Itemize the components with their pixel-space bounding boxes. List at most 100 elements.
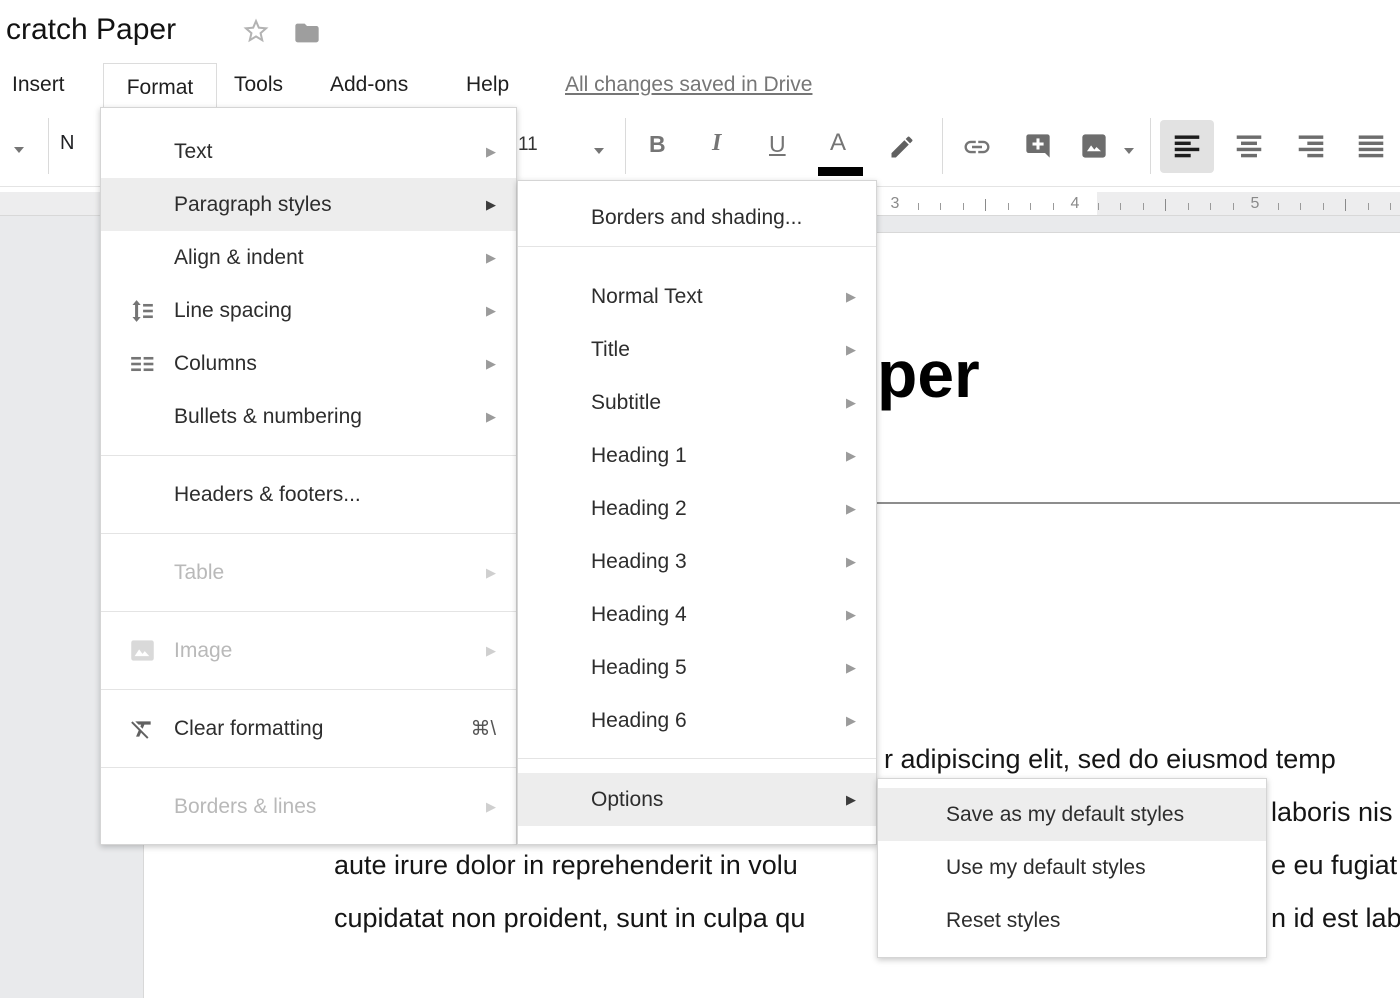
submenu-arrow-icon: ▶ [486, 303, 496, 319]
menu-tools[interactable]: Tools [234, 62, 283, 107]
submenu-arrow-icon: ▶ [486, 144, 496, 160]
menu-item-label: Heading 3 [591, 550, 687, 574]
text-color-swatch [818, 167, 863, 176]
menu-item-label: Align & indent [174, 246, 304, 270]
menu-item-label: Title [591, 338, 630, 362]
menu-item-label: Reset styles [946, 909, 1060, 933]
ruler-tick [1120, 203, 1121, 210]
ruler-tick [1323, 203, 1324, 210]
clear-format-icon [121, 716, 163, 742]
document-title[interactable]: cratch Paper [6, 13, 176, 47]
submenu-arrow-icon: ▶ [846, 607, 856, 623]
menu-item-bullets-numbering[interactable]: Bullets & numbering▶ [101, 390, 516, 443]
menu-insert[interactable]: Insert [12, 62, 65, 107]
chevron-down-icon[interactable] [14, 147, 24, 153]
columns-icon [121, 351, 163, 377]
submenu-arrow-icon: ▶ [486, 643, 496, 659]
submenu-arrow-icon: ▶ [486, 197, 496, 213]
menu-separator [101, 767, 516, 768]
menu-item-reset-styles[interactable]: Reset styles [878, 894, 1266, 947]
font-size-value[interactable]: 11 [518, 134, 538, 156]
ruler-tick [1368, 203, 1369, 210]
folder-icon[interactable] [293, 19, 321, 52]
submenu-arrow-icon: ▶ [846, 448, 856, 464]
menubar: Insert Tools Add-ons Help All changes sa… [0, 62, 1400, 107]
format-menu: Text▶Paragraph styles▶Align & indent▶Lin… [100, 107, 517, 845]
menu-item-label: Heading 4 [591, 603, 687, 627]
text-color-button[interactable]: A [830, 129, 846, 157]
ruler-tick [1390, 203, 1391, 210]
bold-button[interactable]: B [649, 131, 666, 158]
image-disabled-icon [121, 637, 163, 664]
menu-item-borders-and-shading[interactable]: Borders and shading... [518, 191, 876, 244]
ruler-tick [1210, 203, 1211, 210]
submenu-arrow-icon: ▶ [486, 565, 496, 581]
submenu-arrow-icon: ▶ [486, 409, 496, 425]
submenu-arrow-icon: ▶ [846, 395, 856, 411]
ruler-tick [940, 203, 941, 210]
menu-item-heading-5[interactable]: Heading 5▶ [518, 641, 876, 694]
menu-item-heading-3[interactable]: Heading 3 ▶ [518, 535, 876, 588]
menu-item-table[interactable]: Table▶ [101, 546, 516, 599]
menu-item-heading-1[interactable]: Heading 1 ▶ [518, 429, 876, 482]
menu-item-columns[interactable]: Columns▶ [101, 337, 516, 390]
document-text-fragment: aute irure dolor in reprehenderit in vol… [334, 850, 798, 881]
menu-item-label: Headers & footers... [174, 483, 361, 507]
menu-item-title[interactable]: Title ▶ [518, 323, 876, 376]
menu-item-label: Normal Text [591, 285, 703, 309]
italic-button[interactable]: I [712, 130, 721, 157]
toolbar-divider [625, 118, 626, 174]
ruler-tick [1300, 203, 1301, 210]
menu-separator [518, 758, 876, 759]
paragraph-style-selector[interactable]: N [60, 132, 74, 155]
menu-help[interactable]: Help [466, 62, 509, 107]
all-changes-saved-link[interactable]: All changes saved in Drive [565, 62, 812, 107]
menu-item-label: Text [174, 140, 213, 164]
ruler-tick [1098, 203, 1099, 210]
menu-item-label: Borders and shading... [591, 206, 802, 230]
ruler-tick [1143, 203, 1144, 210]
menu-item-borders-lines[interactable]: Borders & lines▶ [101, 780, 516, 833]
menu-item-headers-footers[interactable]: Headers & footers... [101, 468, 516, 521]
menu-item-normal-text[interactable]: Normal Text ▶ [518, 270, 876, 323]
menu-separator [518, 246, 876, 247]
menu-item-text[interactable]: Text ▶ [101, 125, 516, 178]
menu-item-options[interactable]: Options▶ [518, 773, 876, 826]
toolbar-divider [942, 118, 943, 174]
ruler-tick [1278, 203, 1279, 210]
underline-button[interactable]: U [769, 131, 786, 158]
ruler-inch-label: 4 [1071, 195, 1080, 213]
menu-addons[interactable]: Add-ons [330, 62, 408, 107]
menu-item-save-as-my-default-styles[interactable]: Save as my default styles [878, 788, 1266, 841]
menu-item-heading-4[interactable]: Heading 4 ▶ [518, 588, 876, 641]
menu-item-label: Clear formatting [174, 717, 323, 741]
menu-item-heading-2[interactable]: Heading 2▶ [518, 482, 876, 535]
menu-item-line-spacing[interactable]: Line spacing▶ [101, 284, 516, 337]
menu-item-use-my-default-styles[interactable]: Use my default styles [878, 841, 1266, 894]
ruler-tick [1008, 203, 1009, 210]
menu-item-image[interactable]: Image▶ [101, 624, 516, 677]
titlebar: cratch Paper [0, 0, 1400, 62]
document-text-fragment: cupidatat non proident, sunt in culpa qu [334, 903, 805, 934]
submenu-arrow-icon: ▶ [846, 289, 856, 305]
menu-item-subtitle[interactable]: Subtitle▶ [518, 376, 876, 429]
ruler-tick [1345, 199, 1346, 211]
menu-item-paragraph-styles[interactable]: Paragraph styles▶ [101, 178, 516, 231]
star-icon[interactable] [241, 16, 271, 51]
submenu-arrow-icon: ▶ [846, 792, 856, 808]
submenu-arrow-icon: ▶ [486, 799, 496, 815]
font-size-chevron-icon[interactable] [594, 148, 604, 154]
menu-item-heading-6[interactable]: Heading 6▶ [518, 694, 876, 747]
submenu-arrow-icon: ▶ [486, 356, 496, 372]
ruler-tick [1030, 203, 1031, 210]
menu-separator [101, 689, 516, 690]
menu-item-align-indent[interactable]: Align & indent▶ [101, 231, 516, 284]
menu-item-label: Heading 1 [591, 444, 687, 468]
menu-format[interactable]: Format [103, 63, 217, 112]
submenu-arrow-icon: ▶ [846, 554, 856, 570]
ruler-tick [985, 199, 986, 211]
submenu-arrow-icon: ▶ [846, 342, 856, 358]
menu-item-clear-formatting[interactable]: Clear formatting⌘\ [101, 702, 516, 755]
image-chevron-icon[interactable] [1124, 148, 1134, 154]
toolbar-divider [1150, 118, 1151, 174]
